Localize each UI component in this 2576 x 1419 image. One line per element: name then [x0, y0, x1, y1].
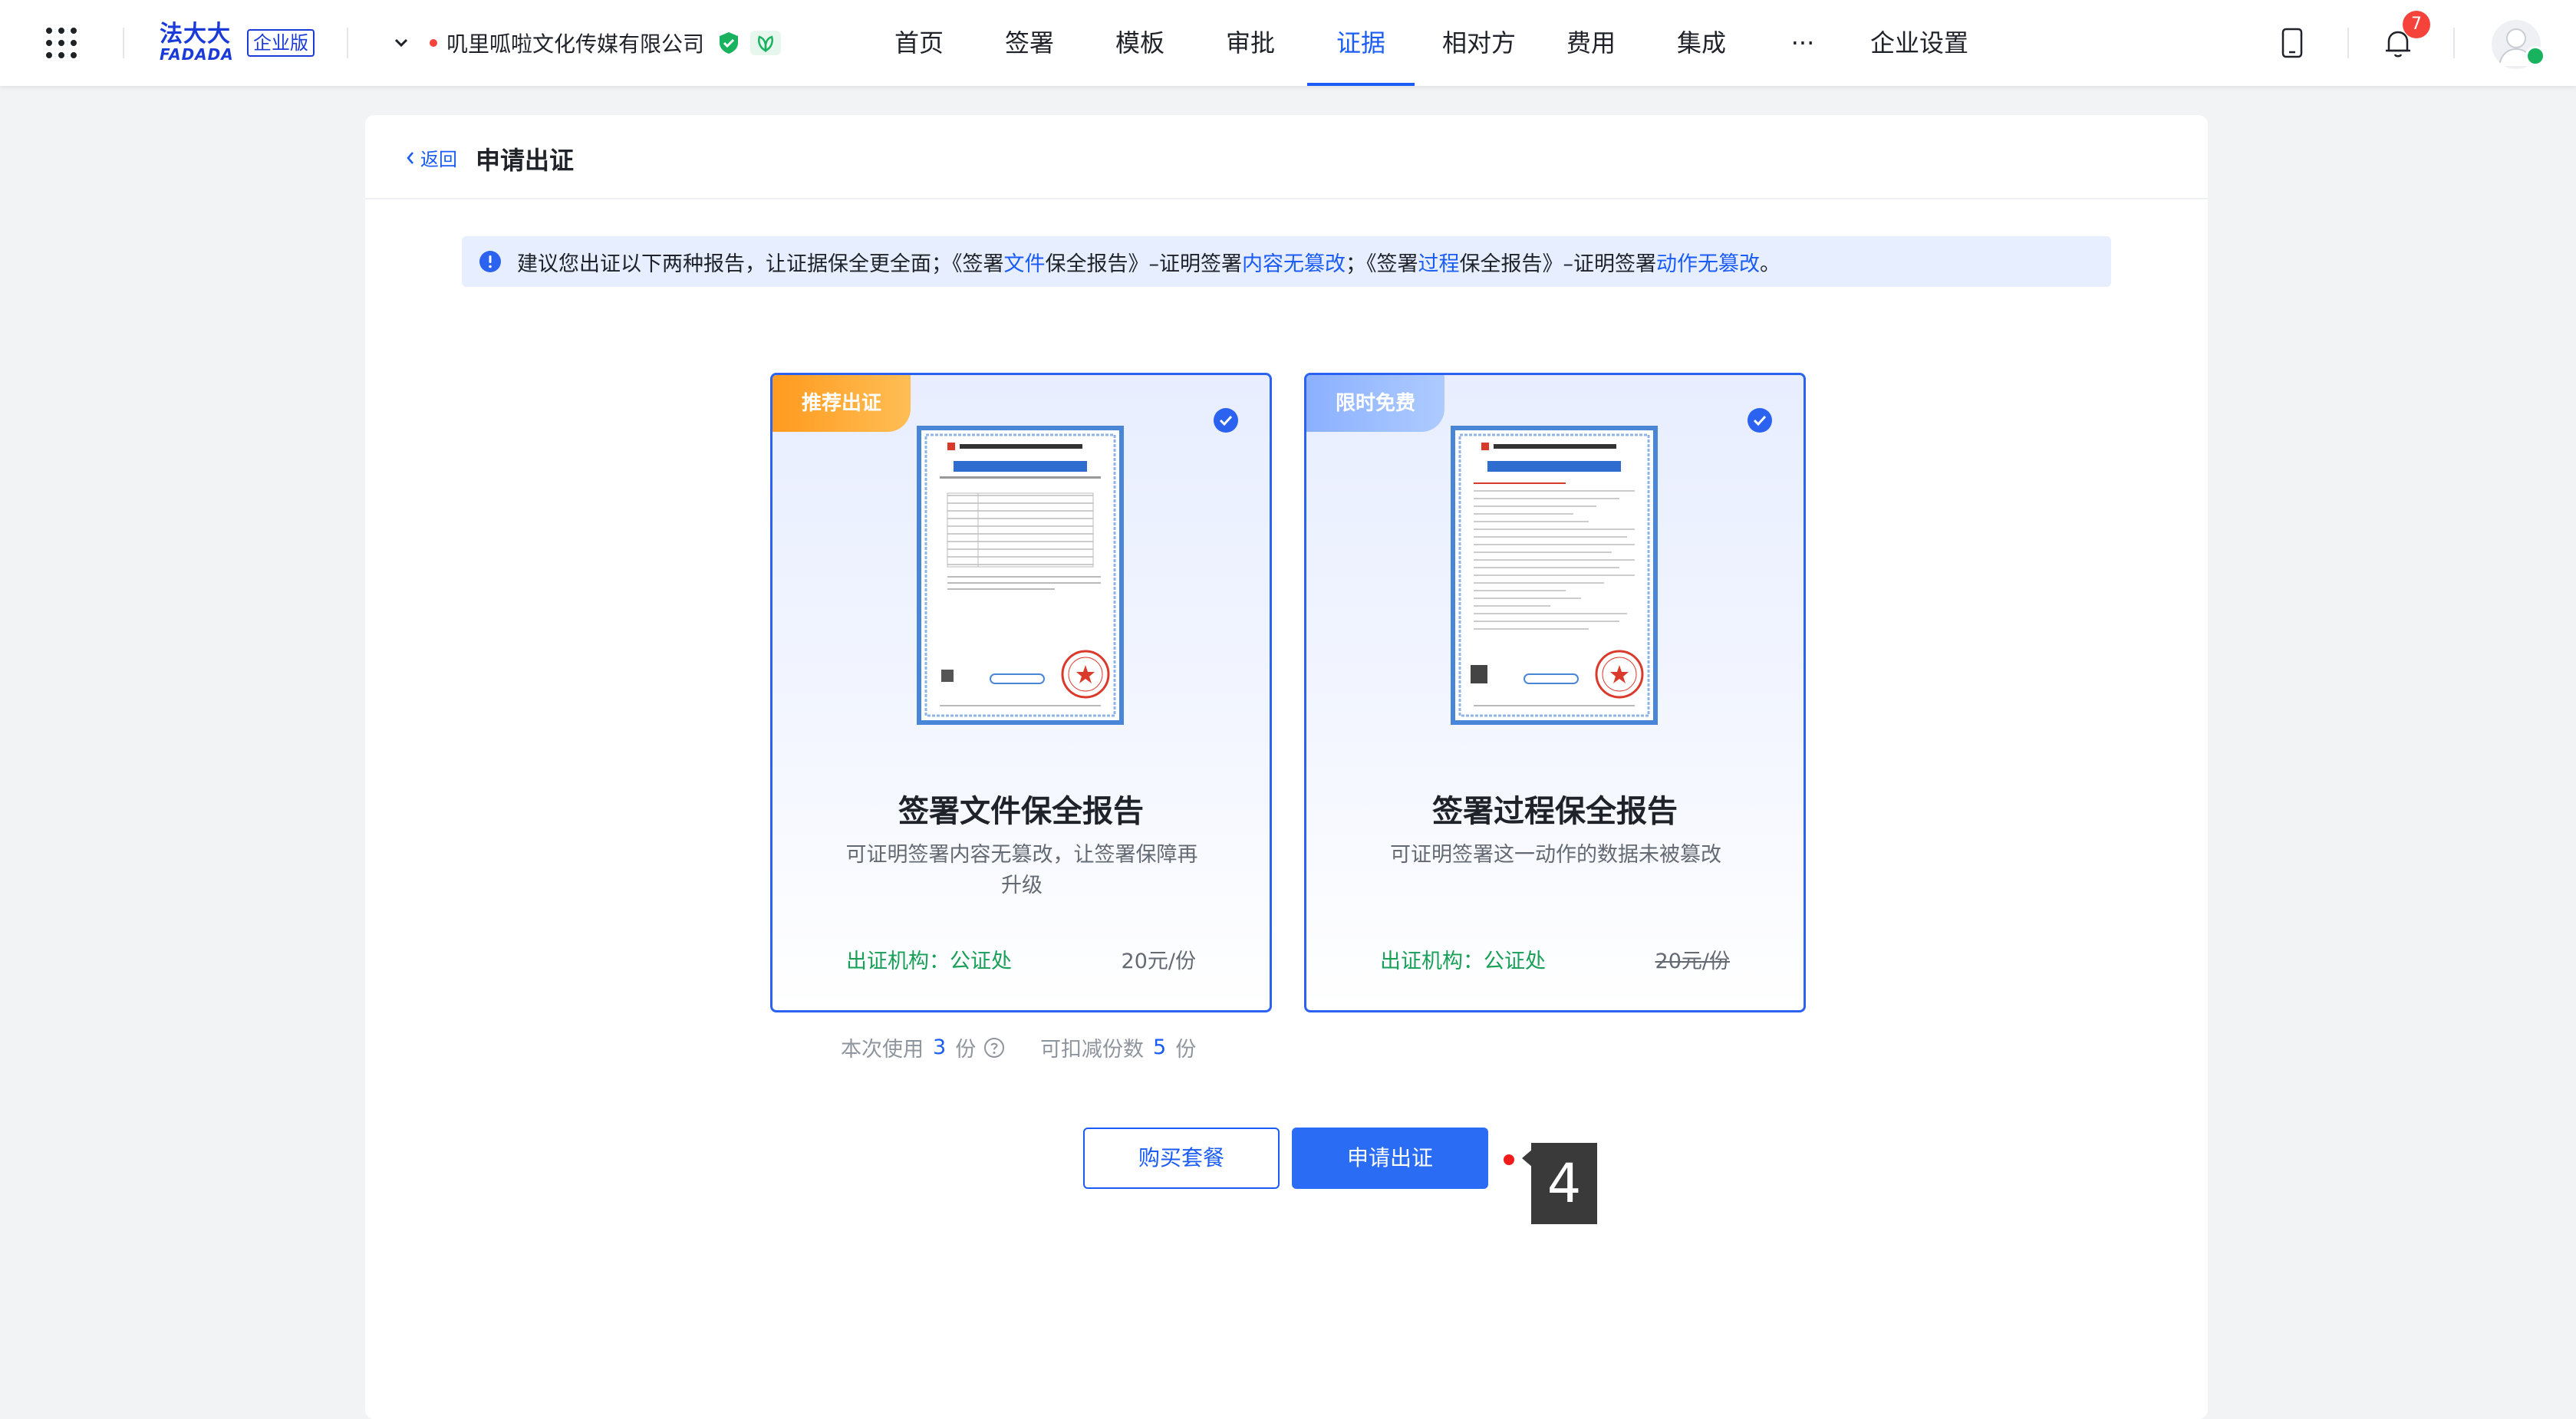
nav-evidence[interactable]: 证据	[1307, 0, 1415, 86]
issuing-org: 出证机构：公证处	[846, 950, 1012, 973]
tip-text: 建议您出证以下两种报告，让证据保全更全面；《签署文件保全报告》–证明签署内容无篡…	[517, 247, 1780, 277]
nav-counterparties[interactable]: 相对方	[1433, 0, 1525, 86]
leaf-icon	[750, 31, 782, 55]
back-label: 返回	[420, 149, 457, 170]
usage-unit: 份	[1175, 1038, 1197, 1062]
verified-shield-icon	[720, 32, 739, 54]
top-bar: 法大大 FADADA 企业版 叽里呱啦文化传媒有限公司 首页 签署 模板 审批 …	[0, 0, 2576, 86]
report-card-process[interactable]: 限时免费 签署过程保全报告 可证明签署这一动作的数据未被篡改 出证机构：公证处 …	[1304, 373, 1806, 1012]
free-tag: 限时免费	[1306, 375, 1444, 432]
usage-unit: 份	[955, 1038, 977, 1062]
main-nav: 首页 签署 模板 审批 证据 相对方 费用 集成 ··· 企业设置	[875, 0, 1978, 86]
apply-certificate-button[interactable]: 申请出证	[1292, 1128, 1488, 1189]
divider	[123, 28, 124, 58]
status-dot	[430, 39, 437, 47]
notification-badge: 7	[2403, 11, 2430, 38]
nav-home[interactable]: 首页	[875, 0, 964, 86]
nav-sign[interactable]: 签署	[985, 0, 1074, 86]
recommend-tag: 推荐出证	[772, 375, 911, 432]
card-price-original: 20元/份	[1655, 950, 1730, 973]
tip-part: 。	[1760, 252, 1780, 276]
online-status-icon	[2525, 46, 2545, 66]
nav-more[interactable]: ···	[1772, 0, 1833, 86]
chevron-down-icon	[394, 38, 408, 48]
apps-grid-icon[interactable]	[46, 28, 77, 58]
nav-integration[interactable]: 集成	[1662, 0, 1741, 86]
nav-fees[interactable]: 费用	[1551, 0, 1631, 86]
tip-part: 保全报告》–证明签署	[1459, 252, 1657, 276]
tip-banner: 建议您出证以下两种报告，让证据保全更全面；《签署文件保全报告》–证明签署内容无篡…	[462, 236, 2111, 287]
step-marker: 4	[1531, 1143, 1597, 1224]
brand-logo: 法大大 FADADA	[160, 21, 234, 64]
step-marker-dot	[1504, 1154, 1514, 1165]
brand-name: 法大大	[160, 21, 231, 48]
issuing-org: 出证机构：公证处	[1380, 950, 1546, 973]
report-card-file[interactable]: 推荐出证 签署文件保全报告 可证明签署内容无篡改，让签署保障再升级 出证机构：公…	[770, 373, 1272, 1012]
deductible-value: 5	[1153, 1035, 1167, 1059]
deductible-label: 可扣减份数	[1040, 1038, 1144, 1062]
nav-templates[interactable]: 模板	[1095, 0, 1184, 86]
certificate-preview	[917, 426, 1124, 725]
tip-highlight: 过程	[1418, 252, 1460, 276]
tip-highlight: 文件	[1003, 252, 1046, 276]
page-title: 申请出证	[476, 146, 575, 175]
card-description: 可证明签署内容无篡改，让签署保障再升级	[845, 843, 1198, 897]
tip-part: ；《签署	[1346, 252, 1418, 276]
divider	[2453, 28, 2455, 58]
usage-this-time: 本次使用 3 份	[841, 1032, 1005, 1062]
card-description: 可证明签署这一动作的数据未被篡改	[1390, 843, 1721, 867]
usage-deductible: 可扣减份数 5 份	[1040, 1032, 1196, 1062]
divider	[2347, 28, 2349, 58]
help-icon[interactable]	[983, 1037, 1005, 1058]
chevron-left-icon	[407, 151, 413, 164]
tip-part: 建议您出证以下两种报告，让证据保全更全面；《签署	[517, 252, 1004, 276]
card-title: 签署文件保全报告	[898, 794, 1144, 829]
nav-enterprise-settings[interactable]: 企业设置	[1861, 0, 1978, 86]
tip-highlight: 动作无篡改	[1656, 252, 1760, 276]
check-circle-icon[interactable]	[1213, 407, 1239, 433]
mobile-icon[interactable]	[2278, 28, 2306, 58]
company-name: 叽里呱啦文化传媒有限公司	[446, 31, 705, 57]
card-title: 签署过程保全报告	[1432, 794, 1678, 829]
check-circle-icon[interactable]	[1747, 407, 1773, 433]
nav-approval[interactable]: 审批	[1206, 0, 1295, 86]
card-price: 20元/份	[1121, 950, 1196, 973]
divider	[347, 28, 348, 58]
usage-label: 本次使用	[841, 1038, 924, 1062]
tip-highlight: 内容无篡改	[1242, 252, 1346, 276]
company-switcher[interactable]: 叽里呱啦文化传媒有限公司	[390, 23, 782, 63]
brand-latin: FADADA	[160, 45, 234, 64]
usage-value: 3	[933, 1035, 947, 1059]
certificate-preview	[1451, 426, 1658, 725]
tip-part: 保全报告》–证明签署	[1045, 252, 1243, 276]
info-icon	[479, 251, 501, 272]
edition-badge: 企业版	[247, 29, 315, 57]
buy-package-button[interactable]: 购买套餐	[1083, 1128, 1280, 1189]
back-link[interactable]: 返回	[404, 144, 457, 171]
panel-header: 返回 申请出证	[365, 115, 2208, 199]
main-panel: 返回 申请出证 建议您出证以下两种报告，让证据保全更全面；《签署文件保全报告》–…	[365, 115, 2208, 1419]
